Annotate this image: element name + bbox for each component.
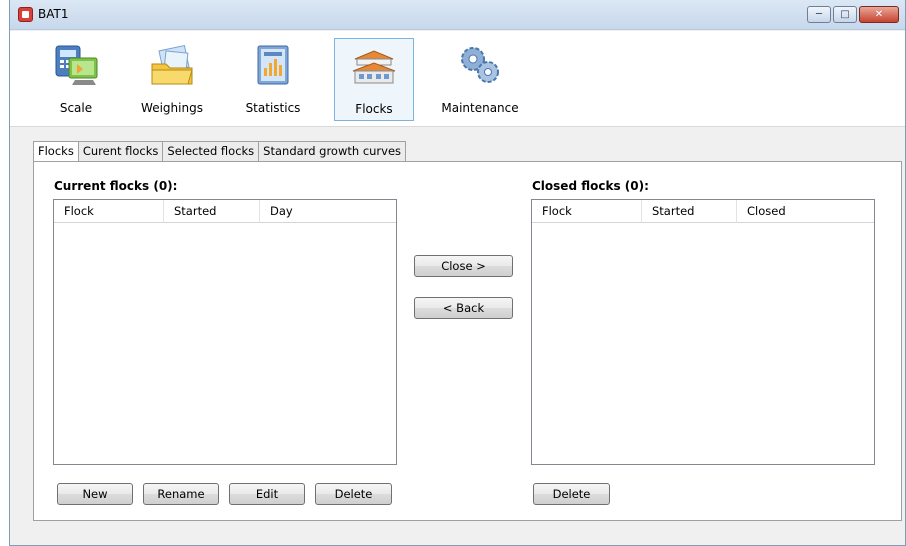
minimize-button[interactable]: ─ (807, 6, 831, 23)
title-bar: BAT1 ─ □ ✕ (10, 0, 905, 30)
flocks-tab-panel: Current flocks (0): Flock Started Day Ne… (33, 161, 902, 521)
app-window: BAT1 ─ □ ✕ Scale Weighings Statistics Fl… (9, 0, 906, 546)
toolbar-scale-label: Scale (59, 101, 93, 115)
tab-curent-flocks[interactable]: Curent flocks (77, 141, 163, 162)
closed-flocks-list[interactable]: Flock Started Closed (531, 199, 875, 465)
delete-current-flock-button[interactable]: Delete (315, 483, 392, 505)
column-header-day[interactable]: Day (260, 200, 396, 223)
tab-standard-growth-curves[interactable]: Standard growth curves (258, 141, 407, 162)
tab-strip: Flocks Curent flocks Selected flocks Sta… (33, 141, 407, 163)
window-title: BAT1 (38, 7, 69, 21)
window-controls: ─ □ ✕ (807, 6, 899, 23)
close-icon: ✕ (874, 8, 884, 20)
toolbar-weighings-label: Weighings (141, 101, 203, 115)
column-header-started[interactable]: Started (642, 200, 737, 223)
new-flock-button[interactable]: New (57, 483, 133, 505)
close-window-button[interactable]: ✕ (859, 6, 899, 23)
rename-flock-button[interactable]: Rename (143, 483, 219, 505)
column-header-flock[interactable]: Flock (532, 200, 642, 223)
maintenance-icon (461, 47, 499, 83)
delete-closed-flock-button[interactable]: Delete (533, 483, 610, 505)
app-icon (18, 7, 33, 22)
minimize-icon: ─ (815, 8, 823, 20)
toolbar-weighings-button[interactable]: Weighings (132, 38, 212, 121)
flocks-icon (352, 50, 396, 84)
back-flock-button[interactable]: < Back (414, 297, 513, 319)
main-toolbar: Scale Weighings Statistics Flocks Mainte… (10, 31, 905, 127)
toolbar-maintenance-button[interactable]: Maintenance (430, 38, 530, 121)
closed-flocks-title: Closed flocks (0): (532, 179, 649, 193)
column-header-flock[interactable]: Flock (54, 200, 164, 223)
close-flock-button[interactable]: Close > (414, 255, 513, 277)
scale-icon (55, 45, 98, 85)
toolbar-statistics-button[interactable]: Statistics (234, 38, 312, 121)
statistics-icon (257, 45, 289, 85)
current-flocks-header: Flock Started Day (54, 200, 396, 223)
toolbar-scale-button[interactable]: Scale (38, 38, 114, 121)
weighings-icon (151, 44, 193, 85)
tab-selected-flocks[interactable]: Selected flocks (162, 141, 259, 162)
tab-flocks[interactable]: Flocks (33, 141, 78, 163)
toolbar-statistics-label: Statistics (245, 101, 301, 115)
toolbar-flocks-label: Flocks (355, 102, 393, 116)
column-header-closed[interactable]: Closed (737, 200, 874, 223)
current-flocks-list[interactable]: Flock Started Day (53, 199, 397, 465)
edit-flock-button[interactable]: Edit (229, 483, 305, 505)
maximize-button[interactable]: □ (833, 6, 857, 23)
column-header-started[interactable]: Started (164, 200, 260, 223)
closed-flocks-header: Flock Started Closed (532, 200, 874, 223)
maximize-icon: □ (840, 8, 850, 20)
toolbar-flocks-button[interactable]: Flocks (334, 38, 414, 121)
current-flocks-title: Current flocks (0): (54, 179, 178, 193)
toolbar-maintenance-label: Maintenance (441, 101, 519, 115)
